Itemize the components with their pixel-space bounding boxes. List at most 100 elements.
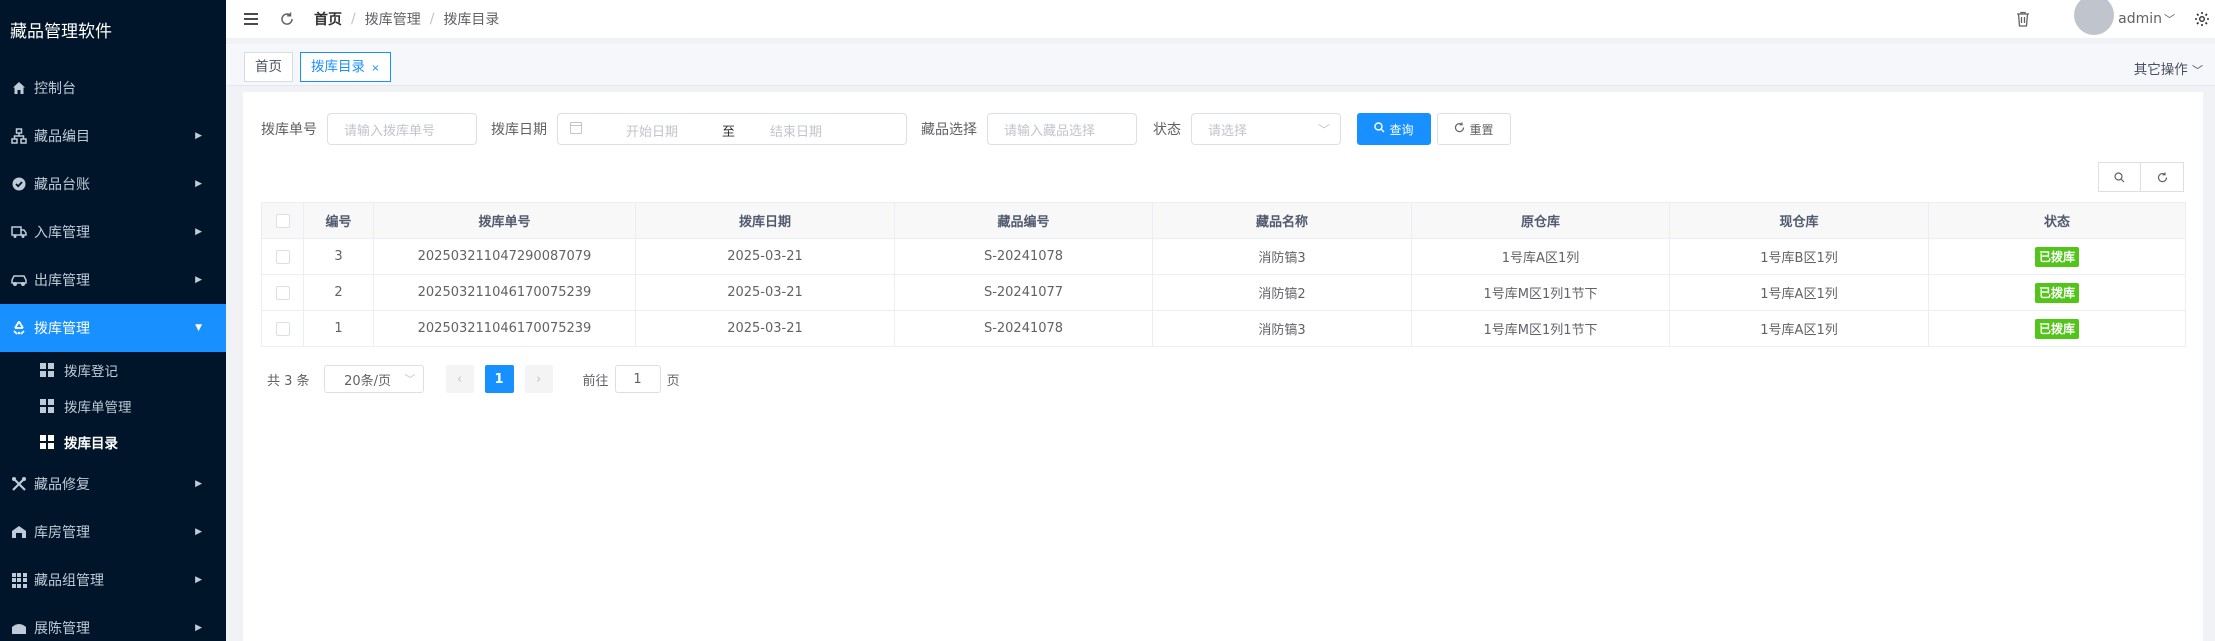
- sidebar-item-inbound[interactable]: 入库管理 ▶: [0, 208, 226, 256]
- avatar[interactable]: [2074, 0, 2115, 35]
- sidebar-item-label: 展陈管理: [34, 621, 90, 637]
- grid-icon: [40, 363, 54, 377]
- page-size-select[interactable]: 20条/页 ﹀: [323, 365, 424, 393]
- sidebar-item-warehouse[interactable]: 库房管理 ▶: [0, 508, 226, 556]
- sidebar-subitem-register[interactable]: 拨库登记: [0, 352, 226, 388]
- sidebar-subitem-label: 拨库登记: [64, 364, 118, 380]
- select-all-cell[interactable]: [261, 202, 304, 239]
- sidebar-subitem-catalog[interactable]: 拨库目录: [0, 424, 226, 460]
- next-page-button[interactable]: ›: [524, 365, 553, 393]
- tag-label: 首页: [255, 59, 282, 75]
- table-row[interactable]: 3 20250321104729008707​9 2025-03-21 S-20…: [261, 238, 2186, 275]
- goto-page-input[interactable]: 1: [614, 365, 661, 393]
- username[interactable]: admin: [2118, 11, 2162, 27]
- app-title: 藏品管理软件: [10, 22, 112, 42]
- order-no-placeholder: 请输入拨库单号: [344, 123, 436, 139]
- truck-icon: [10, 223, 28, 241]
- sidebar-item-label: 控制台: [34, 81, 76, 97]
- item-placeholder: 请输入藏品选择: [1004, 123, 1096, 139]
- chevron-down-icon[interactable]: ﹀: [2164, 11, 2175, 27]
- status-select[interactable]: 请选择 ﹀: [1191, 113, 1341, 145]
- header-name: 藏品名称: [1152, 202, 1412, 239]
- check-circle-icon: [10, 175, 28, 193]
- order-no-input[interactable]: 请输入拨库单号: [327, 113, 477, 145]
- sidebar-item-outbound[interactable]: 出库管理 ▶: [0, 256, 226, 304]
- header-id: 编号: [303, 202, 374, 239]
- reset-button[interactable]: 重置: [1437, 113, 1511, 145]
- end-date-placeholder[interactable]: 结束日期: [770, 121, 822, 140]
- checkbox[interactable]: [275, 321, 290, 336]
- sidebar-item-restoration[interactable]: 藏品修复 ▶: [0, 460, 226, 508]
- caret-right-icon: ▶: [195, 179, 202, 189]
- checkbox[interactable]: [275, 249, 290, 264]
- navbar-right: admin ﹀: [2008, 0, 2215, 38]
- hamburger-icon[interactable]: [236, 4, 266, 34]
- status-label: 状态: [1153, 122, 1181, 138]
- table-row[interactable]: 1 202503211046170075239 2025-03-21 S-202…: [261, 310, 2186, 347]
- warehouse-icon: [10, 523, 28, 541]
- cell-name: 消防镐2: [1152, 274, 1412, 311]
- cell-order-no: 202503211046170075239: [373, 274, 636, 311]
- search-button[interactable]: 查询: [1357, 113, 1431, 145]
- breadcrumb-home[interactable]: 首页: [314, 9, 342, 29]
- date-range-picker[interactable]: 开始日期 至 结束日期: [557, 113, 907, 145]
- caret-right-icon: ▶: [195, 575, 202, 585]
- checkbox[interactable]: [275, 285, 290, 300]
- tag-home[interactable]: 首页: [244, 52, 293, 82]
- close-icon[interactable]: ×: [371, 63, 379, 74]
- header-date: 拨库日期: [635, 202, 895, 239]
- checkbox[interactable]: [275, 213, 290, 228]
- chevron-down-icon: ﹀: [1317, 123, 1330, 137]
- refresh-icon: [1454, 122, 1465, 136]
- data-table: 编号 拨库单号 拨库日期 藏品编号 藏品名称 原仓库 现仓库 状态 3 2025…: [261, 202, 2186, 347]
- range-separator: 至: [722, 125, 736, 140]
- header-to: 现仓库: [1669, 202, 1929, 239]
- sidebar-item-ledger[interactable]: 藏品台账 ▶: [0, 160, 226, 208]
- gear-icon[interactable]: [2187, 4, 2215, 34]
- sidebar-item-groups[interactable]: 藏品组管理 ▶: [0, 556, 226, 604]
- status-placeholder: 请选择: [1208, 123, 1248, 139]
- search-form: 拨库单号 请输入拨库单号 拨库日期 开始日期 至 结束日期 藏品选择 请输入藏品…: [261, 112, 1511, 146]
- item-select-input[interactable]: 请输入藏品选择: [987, 113, 1137, 145]
- recycle-icon: [10, 319, 28, 337]
- car-icon: [10, 271, 28, 289]
- page-number-current[interactable]: 1: [484, 365, 514, 393]
- sidebar-item-label: 拨库管理: [34, 321, 90, 337]
- refresh-icon[interactable]: [272, 4, 302, 34]
- cell-to: 1号库B区1列: [1669, 238, 1929, 275]
- table-row[interactable]: 2 202503211046170075239 2025-03-21 S-202…: [261, 274, 2186, 311]
- other-ops-label: 其它操作: [2133, 62, 2188, 78]
- cell-name: 消防镐3: [1152, 238, 1412, 275]
- sidebar-subitem-label: 拨库单管理: [64, 400, 132, 416]
- prev-page-button[interactable]: ‹: [445, 365, 474, 393]
- breadcrumb-transfer[interactable]: 拨库管理: [365, 9, 421, 29]
- other-operations-dropdown[interactable]: 其它操作 ﹀: [2134, 58, 2203, 78]
- header-status: 状态: [1928, 202, 2186, 239]
- trash-icon[interactable]: [2008, 4, 2038, 34]
- sidebar-subitem-orders[interactable]: 拨库单管理: [0, 388, 226, 424]
- cell-id: 2: [303, 274, 374, 311]
- sidebar-item-catalog[interactable]: 藏品编目 ▶: [0, 112, 226, 160]
- caret-right-icon: ▶: [195, 479, 202, 489]
- pagination: 共 3 条 20条/页 ﹀ ‹ 1 › 前往 1 页: [267, 365, 680, 393]
- grid-icon: [40, 435, 54, 449]
- tag-current[interactable]: 拨库目录 ×: [300, 52, 391, 82]
- caret-right-icon: ▶: [195, 527, 202, 537]
- sidebar-item-transfer[interactable]: 拨库管理 ▼: [0, 304, 226, 352]
- top-navbar: 首页 / 拨库管理 / 拨库目录 admin ﹀: [226, 0, 2215, 38]
- total-count: 共 3 条: [267, 373, 310, 389]
- sidebar-subitem-label: 拨库目录: [64, 436, 118, 452]
- table-toolbar: [2098, 162, 2184, 192]
- sidebar-item-dashboard[interactable]: 控制台: [0, 64, 226, 112]
- tag-label: 拨库目录: [311, 59, 365, 75]
- caret-right-icon: ▶: [195, 623, 202, 633]
- cell-code: S-20241078: [894, 238, 1153, 275]
- toggle-search-button[interactable]: [2098, 162, 2141, 192]
- sidebar-item-label: 藏品台账: [34, 177, 90, 193]
- refresh-table-button[interactable]: [2141, 162, 2184, 192]
- start-date-placeholder[interactable]: 开始日期: [626, 121, 678, 140]
- date-label: 拨库日期: [491, 122, 547, 138]
- tree-icon: [10, 127, 28, 145]
- sidebar-item-exhibition[interactable]: 展陈管理 ▶: [0, 604, 226, 641]
- cell-date: 2025-03-21: [635, 238, 895, 275]
